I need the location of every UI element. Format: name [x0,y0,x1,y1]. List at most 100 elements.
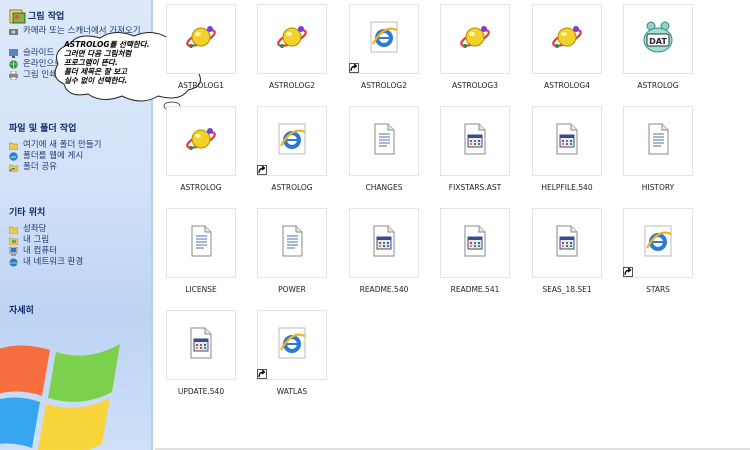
file-item[interactable]: README.541 [434,204,524,304]
file-name: CHANGES [365,183,403,192]
file-thumbnail[interactable] [257,208,327,278]
file-thumbnail[interactable] [257,4,327,74]
file-thumbnail[interactable] [440,4,510,74]
file-item[interactable]: DAT ASTROLOG [617,0,707,100]
generic-file-icon [367,224,401,262]
other-places-section: 기타 위치 성좌당 내 그림 내 컴퓨터 내 네트워크 환경 [8,206,149,268]
picture-tasks-title[interactable]: 그림 작업 [9,8,149,24]
file-thumbnail[interactable] [166,310,236,380]
file-grid: ASTROLOG1 ASTROLOG2 ASTROLOG2 ASTROLOG3 … [160,0,750,450]
file-thumbnail[interactable] [623,106,693,176]
text-file-icon [641,122,675,160]
file-item[interactable]: SEAS_18.SE1 [526,204,616,304]
file-item[interactable]: ASTROLOG2 [251,0,341,100]
ie-icon [275,122,309,160]
file-item[interactable]: POWER [251,204,341,304]
task-label: 성좌당 [23,224,47,234]
file-item[interactable]: FIXSTARS.AST [434,102,524,202]
file-name: ASTROLOG3 [452,81,498,90]
file-thumbnail[interactable] [349,106,419,176]
file-name: FIXSTARS.AST [448,183,502,192]
file-thumbnail[interactable] [257,310,327,380]
file-thumbnail[interactable] [532,106,602,176]
planet-icon [458,20,492,58]
text-file-icon [275,224,309,262]
task-label: 폴더 공유 [23,162,57,172]
generic-file-icon [550,122,584,160]
generic-file-icon [550,224,584,262]
file-thumbnail[interactable] [532,208,602,278]
file-thumbnail[interactable]: DAT [623,4,693,74]
other-places-title[interactable]: 기타 위치 [9,206,149,220]
dat-file-icon: DAT [641,20,675,58]
file-item[interactable]: README.540 [343,204,433,304]
file-item[interactable]: CHANGES [343,102,433,202]
place-my-pictures[interactable]: 내 그림 [8,235,149,246]
file-name: POWER [278,285,306,294]
file-name: ASTROLOG2 [269,81,315,90]
planet-icon [184,20,218,58]
ie-icon [275,326,309,364]
file-item[interactable]: ASTROLOG4 [526,0,616,100]
task-share-folder[interactable]: 폴더 공유 [8,162,149,173]
file-item[interactable]: ASTROLOG2 [343,0,433,100]
svg-text:DAT: DAT [649,37,667,46]
file-item[interactable]: LICENSE [160,204,250,304]
file-name: WATLAS [276,387,308,396]
share-folder-icon [8,163,19,173]
file-item[interactable]: HELPFILE.540 [526,102,616,202]
task-publish-folder[interactable]: 폴더를 웹에 게시 [9,151,149,162]
file-name: ASTROLOG [180,183,222,192]
planet-icon [550,20,584,58]
globe-icon [9,60,18,69]
file-thumbnail[interactable] [440,208,510,278]
task-label: 내 네트워크 환경 [23,257,84,267]
file-item[interactable]: HISTORY [617,102,707,202]
file-name: ASTROLOG [271,183,313,192]
planet-icon [275,20,309,58]
task-label: 내 컴퓨터 [23,246,57,256]
windows-logo [0,344,120,450]
shortcut-arrow-icon [257,165,267,175]
file-thumbnail[interactable] [257,106,327,176]
file-name: UPDATE.540 [177,387,225,396]
file-name: HELPFILE.540 [541,183,593,192]
file-thumbnail[interactable] [166,208,236,278]
computer-icon [9,246,18,256]
new-folder-icon [8,141,19,151]
file-name: README.541 [450,285,500,294]
details-section: 자세히 [9,304,149,318]
file-name: LICENSE [185,285,217,294]
place-my-computer[interactable]: 내 컴퓨터 [9,246,149,257]
file-name: ASTROLOG [637,81,679,90]
file-thumbnail[interactable] [440,106,510,176]
file-item[interactable]: UPDATE.540 [160,306,250,406]
file-name: HISTORY [641,183,675,192]
place-network[interactable]: 내 네트워크 환경 [9,257,149,268]
file-item[interactable]: ASTROLOG [251,102,341,202]
file-thumbnail[interactable] [532,4,602,74]
file-name: ASTROLOG4 [544,81,590,90]
file-item[interactable]: ASTROLOG1 [160,0,250,100]
file-thumbnail[interactable] [166,4,236,74]
file-name: SEAS_18.SE1 [542,285,592,294]
details-title[interactable]: 자세히 [9,304,149,318]
file-thumbnail[interactable] [623,208,693,278]
file-thumbnail[interactable] [166,106,236,176]
file-thumbnail[interactable] [349,208,419,278]
generic-file-icon [458,224,492,262]
generic-file-icon [458,122,492,160]
explorer-window: 그림 작업 카메라 또는 스캐너에서 가져오기 슬라이드 쇼로 보기 온라인으로… [0,0,750,450]
file-name: STARS [646,285,670,294]
file-item[interactable]: ASTROLOG [160,102,250,202]
file-item[interactable]: WATLAS [251,306,341,406]
web-publish-icon [9,152,18,161]
task-label: 폴더를 웹에 게시 [23,151,84,161]
ie-icon [367,20,401,58]
network-icon [9,258,18,267]
place-folder[interactable]: 성좌당 [8,224,149,235]
file-item[interactable]: ASTROLOG3 [434,0,524,100]
file-item[interactable]: STARS [617,204,707,304]
file-thumbnail[interactable] [349,4,419,74]
my-pictures-icon [8,236,19,246]
